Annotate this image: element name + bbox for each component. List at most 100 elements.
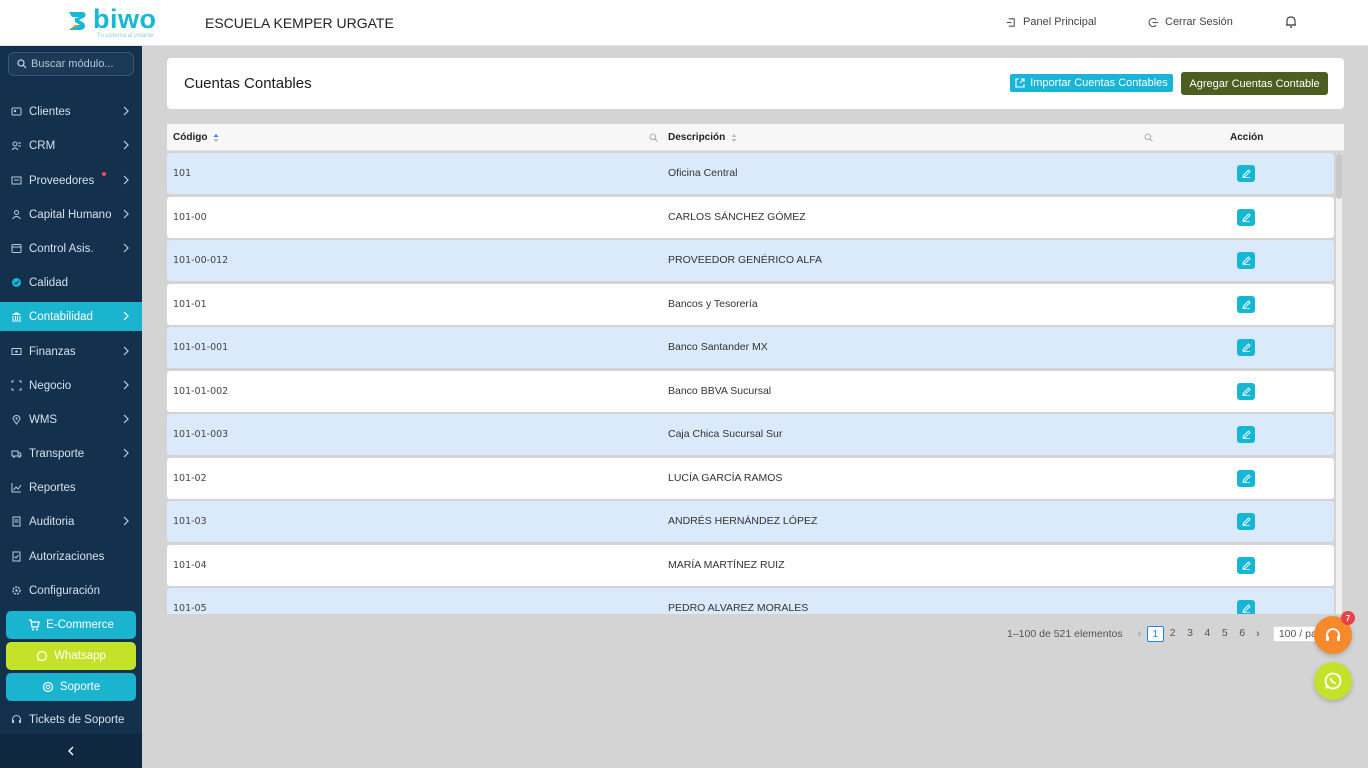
chevron-right-icon xyxy=(123,448,129,458)
table-row[interactable]: 101-03 ANDRÉS HERNÁNDEZ LÓPEZ xyxy=(167,501,1334,542)
table-scrollbar[interactable] xyxy=(1336,153,1342,614)
ecommerce-button[interactable]: E-Commerce xyxy=(6,611,136,639)
sidebar-item-auditoria[interactable]: Auditoria xyxy=(0,507,142,536)
sort-icon[interactable] xyxy=(213,133,219,143)
sort-icon[interactable] xyxy=(731,133,737,143)
edit-button[interactable] xyxy=(1237,426,1255,443)
chevron-right-icon xyxy=(123,516,129,526)
table-row[interactable]: 101-01-002 Banco BBVA Sucursal xyxy=(167,370,1334,412)
sidebar-item-label: Finanzas xyxy=(29,345,76,358)
edit-button[interactable] xyxy=(1237,600,1255,614)
sidebar-item-proveedores[interactable]: Proveedores xyxy=(0,166,142,195)
pagination: 1–100 de 521 elementos ‹ 1 2 3 4 5 6 › 1… xyxy=(1007,626,1325,642)
chevron-right-icon xyxy=(123,106,129,116)
edit-button[interactable] xyxy=(1237,295,1255,313)
scrollbar-thumb[interactable] xyxy=(1336,153,1342,199)
people-icon xyxy=(12,210,21,220)
sidebar: Clientes CRM Proveedores Capital Humano … xyxy=(0,46,142,768)
pencil-icon xyxy=(1241,169,1251,178)
sidebar-item-wms[interactable]: WMS xyxy=(0,405,142,434)
sidebar-item-negocio[interactable]: Negocio xyxy=(0,371,142,400)
pagination-total: 1–100 de 521 elementos xyxy=(1007,628,1123,640)
suppliers-icon xyxy=(11,176,22,185)
pencil-icon xyxy=(1241,473,1251,483)
table-row[interactable]: 101-00-012 PROVEEDOR GENÉRICO ALFA xyxy=(167,240,1334,281)
page-button[interactable]: 4 xyxy=(1199,626,1216,642)
sidebar-item-clientes[interactable]: Clientes xyxy=(0,97,142,126)
column-header-description[interactable]: Descripción xyxy=(668,132,737,143)
biwo-logo-mark-icon xyxy=(69,12,86,30)
search-icon[interactable] xyxy=(1144,133,1153,142)
edit-button[interactable] xyxy=(1237,556,1255,574)
sidebar-item-finanzas[interactable]: Finanzas xyxy=(0,337,142,366)
module-search[interactable] xyxy=(8,52,134,76)
sidebar-item-label: Transporte xyxy=(29,447,85,460)
table-row[interactable]: 101-01-003 Caja Chica Sucursal Sur xyxy=(167,414,1334,455)
sidebar-item-configuracion[interactable]: Configuración xyxy=(0,576,142,605)
sidebar-item-label: Configuración xyxy=(29,584,100,597)
page-button[interactable]: 6 xyxy=(1234,626,1251,642)
page-button[interactable]: 5 xyxy=(1216,626,1233,642)
chevron-right-icon xyxy=(123,209,129,219)
page-button[interactable]: 3 xyxy=(1182,626,1199,642)
import-accounts-button[interactable]: Importar Cuentas Contables xyxy=(1010,74,1173,92)
search-icon[interactable] xyxy=(649,133,658,142)
edit-button[interactable] xyxy=(1237,165,1255,182)
support-icon xyxy=(42,681,53,693)
chart-icon xyxy=(11,483,22,493)
table-row[interactable]: 101-02 LUCÍA GARCÍA RAMOS xyxy=(167,457,1334,499)
table-row[interactable]: 101 Oficina Central xyxy=(167,153,1334,194)
column-header-code[interactable]: Código xyxy=(173,132,219,143)
add-account-button[interactable]: Agregar Cuentas Contable xyxy=(1181,72,1328,95)
panel-icon xyxy=(1006,17,1015,27)
sidebar-item-crm[interactable]: CRM xyxy=(0,131,142,160)
table-row[interactable]: 101-04 MARÍA MARTÍNEZ RUIZ xyxy=(167,544,1334,586)
cart-icon xyxy=(29,619,40,631)
sidebar-item-contabilidad[interactable]: Contabilidad xyxy=(0,302,142,331)
sidebar-item-label: Auditoria xyxy=(29,515,75,528)
headset-icon xyxy=(1326,628,1340,641)
logo-tagline: Tu sistema al volante xyxy=(97,33,154,39)
page-button[interactable]: 1 xyxy=(1146,626,1164,642)
page-title: Cuentas Contables xyxy=(184,75,312,92)
table-row[interactable]: 101-01-001 Banco Santander MX xyxy=(167,327,1334,368)
sidebar-collapse-button[interactable] xyxy=(0,734,142,768)
edit-button[interactable] xyxy=(1237,252,1255,269)
top-bar: biwo Tu sistema al volante ESCUELA KEMPE… xyxy=(0,0,1368,46)
sidebar-item-transporte[interactable]: Transporte xyxy=(0,439,142,468)
pencil-icon xyxy=(1241,560,1251,570)
sidebar-item-capital-humano[interactable]: Capital Humano xyxy=(0,200,142,229)
edit-button[interactable] xyxy=(1237,469,1255,487)
sidebar-item-label: Clientes xyxy=(29,105,71,118)
sidebar-item-reportes[interactable]: Reportes xyxy=(0,473,142,502)
sidebar-item-control-asis[interactable]: Control Asis. xyxy=(0,234,142,263)
sidebar-item-calidad[interactable]: Calidad xyxy=(0,268,142,297)
sidebar-item-autorizaciones[interactable]: Autorizaciones xyxy=(0,542,142,571)
sidebar-item-label: Tickets de Soporte xyxy=(29,713,125,726)
prev-page-button[interactable]: ‹ xyxy=(1133,628,1147,640)
edit-button[interactable] xyxy=(1237,339,1255,356)
table-header: Código Descripción Acción xyxy=(167,124,1344,151)
chevron-right-icon xyxy=(123,175,129,185)
whatsapp-button[interactable]: Whatsapp xyxy=(6,642,136,670)
edit-button[interactable] xyxy=(1237,208,1255,226)
edit-button[interactable] xyxy=(1237,382,1255,400)
sidebar-item-tickets[interactable]: Tickets de Soporte xyxy=(0,705,142,734)
chevron-right-icon xyxy=(123,414,129,424)
next-page-button[interactable]: › xyxy=(1251,628,1265,640)
logout-link[interactable]: Cerrar Sesión xyxy=(1148,16,1233,28)
panel-principal-link[interactable]: Panel Principal xyxy=(1006,16,1096,28)
whatsapp-fab[interactable] xyxy=(1314,662,1352,700)
clients-icon xyxy=(11,107,22,116)
account-code: 101-00 xyxy=(173,211,207,223)
page-button[interactable]: 2 xyxy=(1164,626,1181,642)
table-row[interactable]: 101-05 PEDRO ALVAREZ MORALES xyxy=(167,588,1334,614)
biwo-logo[interactable]: biwo Tu sistema al volante xyxy=(66,4,166,42)
table-row[interactable]: 101-01 Bancos y Tesorería xyxy=(167,283,1334,325)
table-row[interactable]: 101-00 CARLOS SÁNCHEZ GÓMEZ xyxy=(167,196,1334,238)
logout-label: Cerrar Sesión xyxy=(1165,16,1233,28)
edit-button[interactable] xyxy=(1237,513,1255,530)
bell-icon[interactable] xyxy=(1284,15,1298,29)
search-input[interactable] xyxy=(31,58,131,70)
soporte-button[interactable]: Soporte xyxy=(6,673,136,701)
